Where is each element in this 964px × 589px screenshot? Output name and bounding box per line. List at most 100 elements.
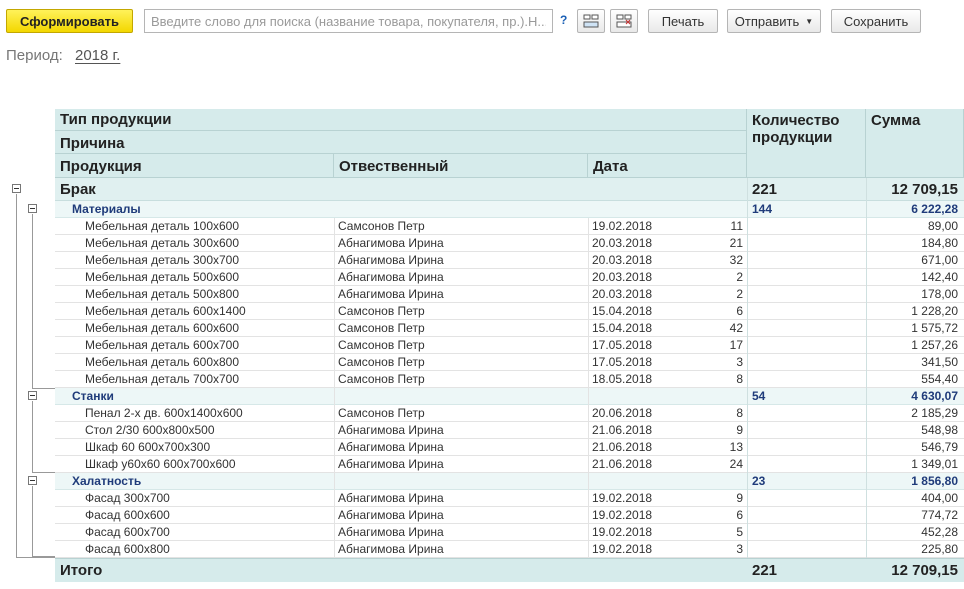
table-row[interactable]: Шкаф у60х60 600х700х600 Абнагимова Ирина 2… [55,456,964,473]
cell-quantity: 32 [729,253,743,267]
cell-date: 19.02.2018 [592,542,653,556]
column-divider [334,218,335,558]
subgroup-sum: 1 856,80 [911,474,958,488]
cell-date: 19.02.2018 [592,491,653,505]
cell-product: Мебельная деталь 600х600 [85,321,240,335]
header-product: Продукция [55,154,334,178]
cell-quantity: 9 [736,491,743,505]
subgroup-quantity: 23 [752,474,766,488]
table-row[interactable]: Мебельная деталь 300х700 Абнагимова Ирина… [55,252,964,269]
tree-line [32,214,33,388]
cell-responsible: Абнагимова Ирина [338,236,444,250]
cell-sum: 1 349,01 [911,457,958,471]
cell-date: 17.05.2018 [592,355,653,369]
cell-sum: 178,00 [921,287,958,301]
cell-quantity: 42 [729,321,743,335]
cell-product: Мебельная деталь 100х600 [85,219,240,233]
cell-responsible: Самсонов Петр [338,219,425,233]
subgroup-row-negligence[interactable]: Халатность 23 1 856,80 [55,473,964,490]
cell-product: Мебельная деталь 600х1400 [85,304,246,318]
search-in-report-button[interactable] [577,9,605,33]
cell-sum: 548,98 [921,423,958,437]
cell-product: Фасад 600х700 [85,525,170,539]
table-row[interactable]: Фасад 600х700 Абнагимова Ирина 19.02.2018 5… [55,524,964,541]
cell-quantity: 11 [730,219,743,233]
cell-responsible: Самсонов Петр [338,372,425,386]
subgroup-quantity: 144 [752,202,773,216]
generate-button[interactable]: Сформировать [6,9,133,33]
table-row[interactable]: Мебельная деталь 600х1400 Самсонов Петр 15… [55,303,964,320]
period-value-link[interactable]: 2018 г. [75,47,120,64]
subgroup-quantity: 54 [752,389,766,403]
collapse-toggle-icon[interactable] [28,204,37,213]
table-row[interactable]: Пенал 2-х дв. 600х1400х600 Самсонов Петр 2… [55,405,964,422]
cell-sum: 1 228,20 [911,304,958,318]
table-row[interactable]: Мебельная деталь 600х700 Самсонов Петр 17.… [55,337,964,354]
table-row[interactable]: Шкаф 60 600х700х300 Абнагимова Ирина 21.06… [55,439,964,456]
cell-date: 21.06.2018 [592,457,653,471]
search-input[interactable] [144,9,553,33]
subgroup-sum: 4 630,07 [911,389,958,403]
cell-sum: 89,00 [927,219,958,233]
help-icon[interactable]: ? [560,13,567,27]
table-row[interactable]: Фасад 600х800 Абнагимова Ирина 19.02.2018 3… [55,541,964,558]
table-row[interactable]: Стол 2/30 600х800х500 Абнагимова Ирина 21.… [55,422,964,439]
cell-sum: 225,80 [921,542,958,556]
cell-date: 20.06.2018 [592,406,653,420]
cell-date: 19.02.2018 [592,219,653,233]
cell-quantity: 8 [736,406,743,420]
send-button[interactable]: Отправить ▼ [727,9,821,33]
table-row[interactable]: Фасад 300х700 Абнагимова Ирина 19.02.2018 9… [55,490,964,507]
cell-product: Шкаф у60х60 600х700х600 [85,457,236,471]
cell-product: Мебельная деталь 500х600 [85,270,240,284]
cell-quantity: 3 [736,542,743,556]
cell-sum: 341,50 [921,355,958,369]
cell-responsible: Самсонов Петр [338,321,425,335]
collapse-toggle-icon[interactable] [12,184,21,193]
table-row[interactable]: Мебельная деталь 600х600 Самсонов Петр 15.… [55,320,964,337]
cell-responsible: Самсонов Петр [338,338,425,352]
report-search-icon [583,14,599,28]
collapse-toggle-icon[interactable] [28,476,37,485]
table-row[interactable]: Мебельная деталь 100х600 Самсонов Петр 19.… [55,218,964,235]
table-row[interactable]: Мебельная деталь 500х600 Абнагимова Ирина… [55,269,964,286]
report-clear-icon [616,14,632,28]
cell-date: 20.03.2018 [592,236,653,250]
cell-sum: 2 185,29 [911,406,958,420]
table-row[interactable]: Мебельная деталь 300х600 Абнагимова Ирина… [55,235,964,252]
subgroup-row-materials[interactable]: Материалы 144 6 222,28 [55,201,964,218]
save-button[interactable]: Сохранить [831,9,921,33]
total-quantity: 221 [752,562,778,579]
cell-product: Мебельная деталь 600х800 [85,355,240,369]
subgroup-sum: 6 222,28 [911,202,958,216]
search-clear-button[interactable] [610,9,638,33]
cell-sum: 1 575,72 [911,321,958,335]
cell-product: Мебельная деталь 700х700 [85,372,240,386]
print-button[interactable]: Печать [648,9,718,33]
cell-quantity: 2 [736,270,743,284]
period-label: Период: [6,47,63,64]
cell-sum: 184,80 [921,236,958,250]
table-row[interactable]: Мебельная деталь 700х700 Самсонов Петр 18.… [55,371,964,388]
cell-product: Фасад 600х600 [85,508,170,522]
chevron-down-icon: ▼ [805,16,814,26]
cell-date: 20.03.2018 [592,287,653,301]
send-label: Отправить [734,13,800,29]
cell-date: 21.06.2018 [592,440,653,454]
group-row-brak[interactable]: Брак 221 12 709,15 [55,178,964,201]
subgroup-row-machines[interactable]: Станки 54 4 630,07 [55,388,964,405]
total-label: Итого [60,562,103,579]
column-divider [866,178,867,582]
cell-date: 15.04.2018 [592,304,653,318]
cell-responsible: Абнагимова Ирина [338,508,444,522]
table-row[interactable]: Фасад 600х600 Абнагимова Ирина 19.02.2018 6… [55,507,964,524]
table-row[interactable]: Мебельная деталь 500х800 Абнагимова Ирина… [55,286,964,303]
cell-product: Стол 2/30 600х800х500 [85,423,215,437]
table-row[interactable]: Мебельная деталь 600х800 Самсонов Петр 17.… [55,354,964,371]
cell-sum: 452,28 [921,525,958,539]
cell-date: 18.05.2018 [592,372,653,386]
cell-responsible: Абнагимова Ирина [338,253,444,267]
tree-line [32,472,55,473]
cell-product: Фасад 300х700 [85,491,170,505]
collapse-toggle-icon[interactable] [28,391,37,400]
